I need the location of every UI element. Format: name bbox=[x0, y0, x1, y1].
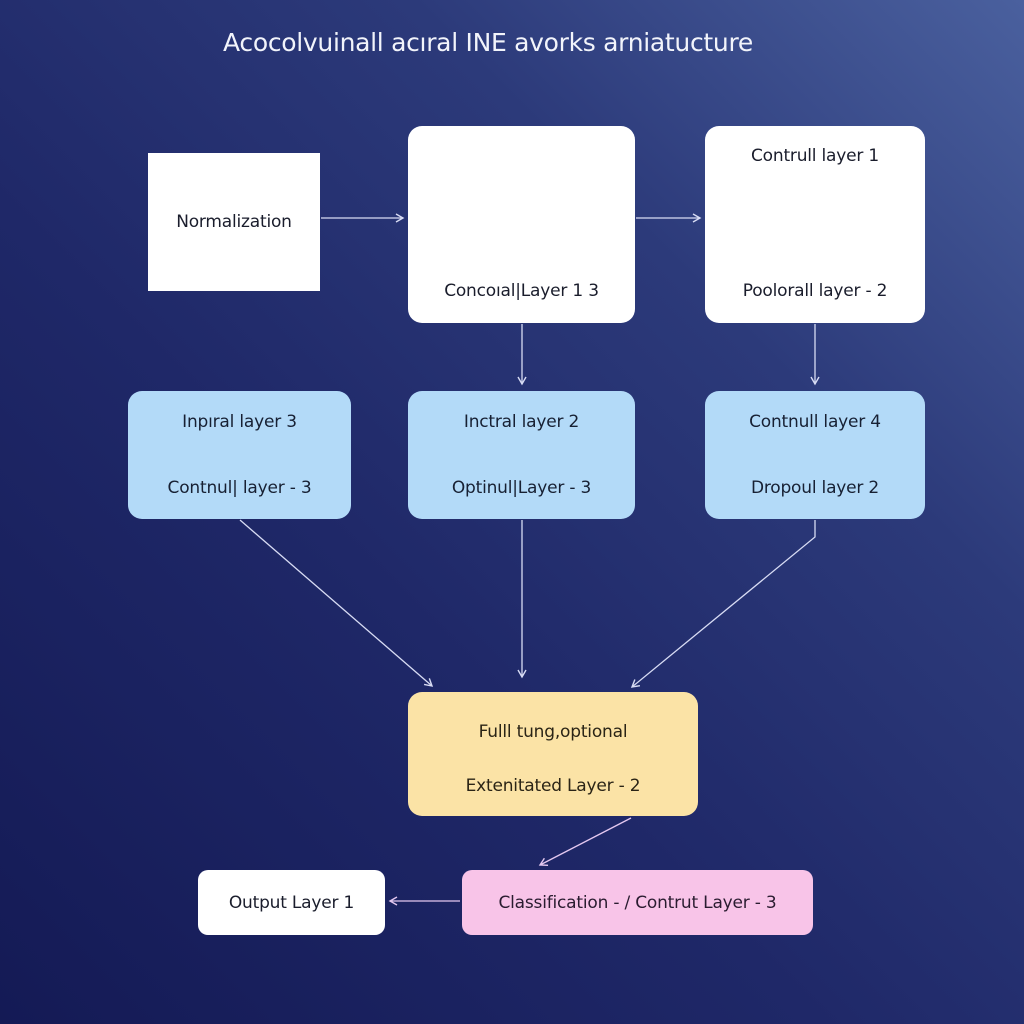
node-label-bottom: Dropoul layer 2 bbox=[750, 478, 880, 498]
node-conv-layer[interactable]: Concoıal|Layer 1 3 bbox=[408, 126, 635, 323]
node-inpiral-layer[interactable]: Inpıral layer 3 Contnul| layer - 3 bbox=[128, 391, 351, 519]
node-label-top: Inpıral layer 3 bbox=[182, 412, 297, 432]
node-control-layer-1[interactable]: Contrull layer 1 Poolorall layer - 2 bbox=[705, 126, 925, 323]
node-label-bottom: Poolorall layer - 2 bbox=[742, 281, 888, 301]
node-label-top: Contrull layer 1 bbox=[751, 146, 879, 166]
edge-contnull4-full bbox=[630, 520, 816, 688]
node-label: Normalization bbox=[176, 212, 292, 232]
node-inctral-layer[interactable]: Inctral layer 2 Optinul|Layer - 3 bbox=[408, 391, 635, 519]
node-label-top: Contnull layer 4 bbox=[749, 412, 881, 432]
edge-full-classification bbox=[538, 817, 632, 867]
edge-inpiral-full bbox=[239, 519, 434, 687]
diagram-title: Acocolvuinall acıral INE avorks arniatuc… bbox=[223, 28, 753, 57]
node-label-bottom: Contnul| layer - 3 bbox=[167, 478, 312, 498]
node-label-bottom: Optinul|Layer - 3 bbox=[451, 478, 592, 498]
node-label-top: Inctral layer 2 bbox=[463, 412, 580, 432]
node-label: Concoıal|Layer 1 3 bbox=[444, 281, 599, 301]
node-label: Classification - / Contrut Layer - 3 bbox=[498, 892, 777, 913]
node-label-bottom: Extenitated Layer - 2 bbox=[465, 776, 641, 796]
node-label: Output Layer 1 bbox=[228, 892, 355, 913]
node-normalization[interactable]: Normalization bbox=[148, 153, 320, 291]
node-full-layer[interactable]: Fulll tung,optional Extenitated Layer - … bbox=[408, 692, 698, 816]
node-label-top: Fulll tung,optional bbox=[478, 722, 628, 742]
node-output-layer[interactable]: Output Layer 1 bbox=[198, 870, 385, 935]
node-classification-layer[interactable]: Classification - / Contrut Layer - 3 bbox=[462, 870, 813, 935]
node-contnull-layer-4[interactable]: Contnull layer 4 Dropoul layer 2 bbox=[705, 391, 925, 519]
